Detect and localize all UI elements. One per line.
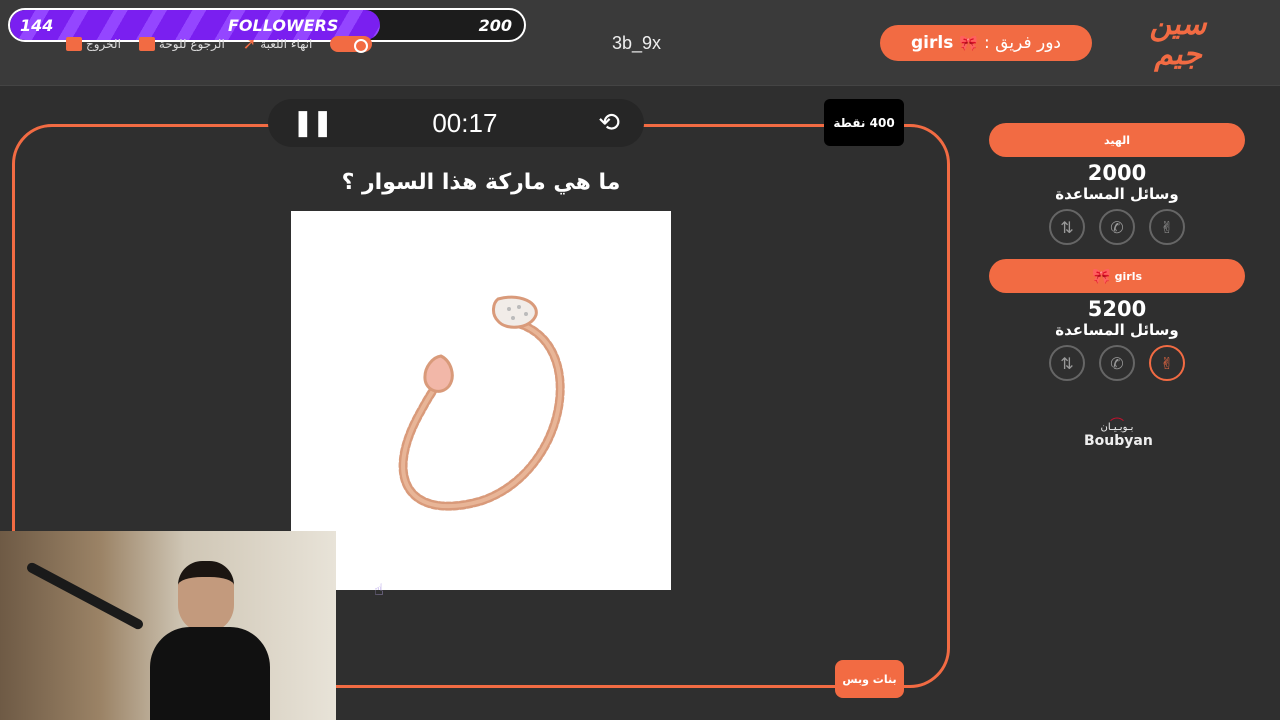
- streamer: [150, 561, 270, 720]
- answer-tag[interactable]: بنات وبس: [835, 660, 904, 698]
- streamer-body: [150, 627, 270, 720]
- question-image: [291, 211, 671, 590]
- sponsor-arabic: بـوبـيـان: [1100, 422, 1134, 433]
- logo-line2: جيم: [1154, 37, 1202, 72]
- turn-team: girls: [911, 33, 954, 53]
- swap-icon[interactable]: ⇅: [1049, 209, 1085, 245]
- question-text: ما هي ماركة هذا السوار ؟: [341, 170, 621, 195]
- exit-label: الخروج: [86, 37, 121, 51]
- exit-button[interactable]: الخروج: [66, 37, 121, 51]
- sponsor-english: Boubyan: [1084, 433, 1153, 449]
- team-2-name: girls 🎀: [989, 259, 1245, 293]
- followers-goal: 200: [478, 16, 512, 35]
- top-bar: 144 FOLLOWERS 200 الخروج الرجوع للوحة ➚ …: [0, 0, 1280, 86]
- bracelet-image: [398, 295, 565, 511]
- team-1-aids-label: وسائل المساعدة: [1055, 185, 1179, 203]
- username: 3b_9x: [612, 33, 662, 53]
- turn-prefix: دور فريق :: [984, 33, 1061, 53]
- team-panel-1: الهيد 2000 وسائل المساعدة ⇅ ✆ ✌: [989, 123, 1245, 245]
- streamer-head: [178, 561, 234, 633]
- pause-icon[interactable]: ❚❚: [292, 108, 334, 138]
- game-screen: 144 FOLLOWERS 200 الخروج الرجوع للوحة ➚ …: [0, 0, 1280, 720]
- peace-icon[interactable]: ✌: [1149, 345, 1185, 381]
- arrow-icon: ➚: [242, 34, 257, 53]
- back-to-board-label: الرجوع للوحة: [158, 37, 225, 51]
- turn-indicator: دور فريق : 🎀 girls: [880, 25, 1092, 61]
- reset-icon[interactable]: ⟲: [598, 108, 620, 138]
- logo-line1: سين: [1149, 7, 1207, 42]
- end-game-button[interactable]: ➚ انهاء اللعبة: [242, 34, 313, 53]
- team-1-aids: ⇅ ✆ ✌: [989, 209, 1245, 245]
- timer-value: 00:17: [432, 107, 498, 138]
- followers-label: FOLLOWERS: [228, 16, 339, 35]
- team-2-aids-label: وسائل المساعدة: [1055, 321, 1179, 339]
- team-2-score: 5200: [1087, 297, 1147, 321]
- team-2-name-label: girls: [1114, 269, 1143, 283]
- swap-icon[interactable]: ⇅: [1049, 345, 1085, 381]
- end-game-label: انهاء اللعبة: [260, 37, 313, 51]
- phone-icon[interactable]: ✆: [1099, 345, 1135, 381]
- app-logo: سين جيم: [1142, 10, 1214, 76]
- gift-icon: [138, 37, 155, 51]
- settings-toggle[interactable]: [330, 36, 373, 53]
- followers-current: 144: [20, 16, 54, 35]
- sponsor-mark-icon: ︵: [1110, 408, 1124, 424]
- hand-cursor-icon: ☝: [374, 580, 384, 599]
- top-menu: الخروج الرجوع للوحة ➚ انهاء اللعبة: [66, 34, 373, 54]
- back-to-board-button[interactable]: الرجوع للوحة: [138, 37, 225, 51]
- timer-bar: ❚❚ 00:17 ⟲: [268, 99, 644, 147]
- team-1-name-label: الهيد: [1104, 133, 1131, 147]
- team-2-aids: ⇅ ✆ ✌: [989, 345, 1245, 381]
- bow-icon: 🎀: [1091, 267, 1111, 285]
- team-1-name: الهيد: [989, 123, 1245, 157]
- points-badge: 400 نقطة: [824, 99, 904, 146]
- phone-icon[interactable]: ✆: [1099, 209, 1135, 245]
- sponsor-logo: ︵ بـوبـيـان Boubyan: [1084, 408, 1153, 449]
- team-1-score: 2000: [1087, 161, 1147, 185]
- bow-icon: 🎀: [959, 34, 979, 52]
- exit-icon: [66, 37, 82, 51]
- webcam-overlay: [0, 531, 336, 720]
- peace-icon[interactable]: ✌: [1149, 209, 1185, 245]
- team-panel-2: girls 🎀 5200 وسائل المساعدة ⇅ ✆ ✌: [989, 259, 1245, 381]
- microphone-arm: [25, 561, 145, 631]
